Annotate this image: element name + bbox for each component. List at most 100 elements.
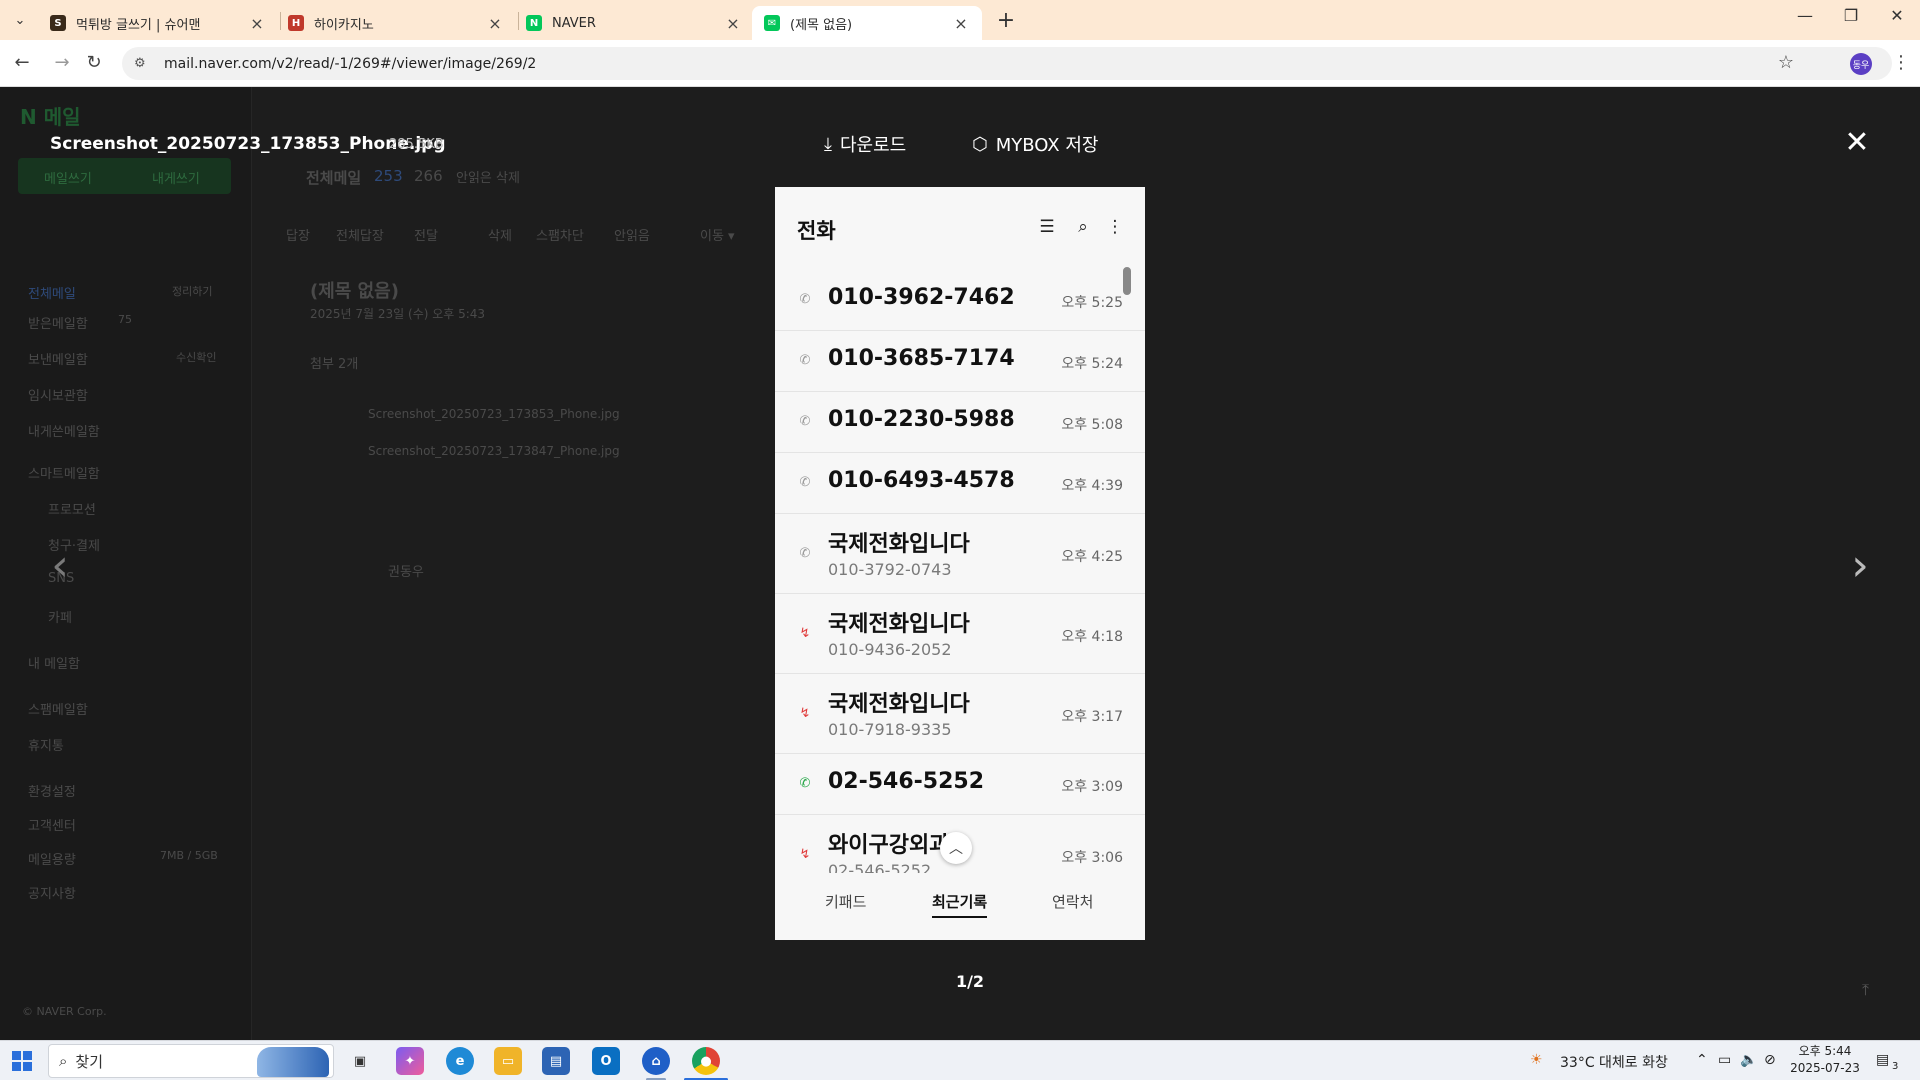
taskbar-search-input[interactable]: ⌕ 찾기 (48, 1044, 334, 1078)
notification-count: 3 (1892, 1061, 1899, 1072)
spam-block-button[interactable]: 스팸차단 (536, 225, 584, 244)
close-tab-icon[interactable]: × (724, 14, 742, 33)
call-time: 오후 4:18 (1061, 629, 1123, 645)
mybox-save-button[interactable]: ⬡ MYBOX 저장 (972, 131, 1098, 157)
sidebar-item-notice[interactable]: 공지사항 (28, 883, 76, 902)
tab-title: (제목 없음) (790, 17, 853, 33)
attachment-item[interactable]: Screenshot_20250723_173847_Phone.jpg (368, 444, 620, 458)
outgoing-call-icon: ✆ (799, 353, 811, 368)
reply-all-button[interactable]: 전체답장 (336, 225, 384, 244)
edge-icon[interactable]: e (446, 1047, 474, 1075)
notification-icon[interactable]: ▤ (1876, 1052, 1889, 1068)
tab-search-icon[interactable]: ⌄ (8, 8, 32, 32)
viewer-file-size: 285.5KB (389, 137, 444, 152)
mark-unread-button[interactable]: 안읽음 (614, 225, 650, 244)
sidebar-item-cafe[interactable]: 카페 (48, 607, 72, 626)
close-tab-icon[interactable]: × (486, 14, 504, 33)
forward-arrow-icon[interactable]: → (50, 52, 74, 73)
forward-button[interactable]: 전달 (414, 225, 438, 244)
outgoing-call-icon: ✆ (799, 475, 811, 490)
close-tab-icon[interactable]: × (952, 14, 970, 33)
delete-unread-link[interactable]: 안읽은 삭제 (456, 167, 520, 186)
call-time: 오후 3:09 (1061, 779, 1123, 795)
download-button[interactable]: ⤓ 다운로드 (824, 131, 906, 157)
window-close-button[interactable]: ✕ (1882, 6, 1912, 25)
network-icon[interactable]: ▭ (1718, 1052, 1731, 1068)
mail-total: 266 (414, 167, 443, 185)
sidebar-item-settings[interactable]: 환경설정 (28, 781, 76, 800)
weather-icon[interactable]: ☀ (1530, 1052, 1543, 1068)
tray-overflow-chevron-icon[interactable]: ⌃ (1696, 1052, 1708, 1068)
mail-sidebar: N 메일 메일쓰기 내게쓰기 전체메일 정리하기 받은메일함 75 보낸메일함 … (0, 87, 252, 1040)
url-text[interactable]: mail.naver.com/v2/read/-1/269#/viewer/im… (164, 56, 536, 72)
minimize-button[interactable]: — (1790, 6, 1820, 25)
chrome-icon[interactable]: ● (692, 1047, 720, 1075)
windows-start-icon[interactable] (12, 1051, 32, 1071)
phone-app-header: 전화 ☰ ⌕ ⋮ (775, 187, 1145, 267)
attachment-item[interactable]: Screenshot_20250723_173853_Phone.jpg (368, 407, 620, 421)
sidebar-item-my-mail[interactable]: 내 메일함 (28, 653, 80, 672)
mail-count: 253 (374, 167, 403, 185)
back-arrow-icon[interactable]: ← (10, 52, 34, 73)
footer-copyright: © NAVER Corp. (22, 1005, 107, 1018)
close-tab-icon[interactable]: × (248, 14, 266, 33)
tab-favicon: N (526, 15, 542, 31)
call-time: 오후 4:25 (1061, 549, 1123, 565)
call-row: ✆ 010-3685-7174 오후 5:24 (775, 331, 1145, 392)
tab-favicon: S (50, 15, 66, 31)
store-icon[interactable]: ▤ (542, 1047, 570, 1075)
next-image-arrow-icon[interactable]: › (1840, 540, 1880, 591)
storage-value: 7MB / 5GB (160, 849, 218, 862)
sidebar-item-drafts[interactable]: 임시보관함 (28, 385, 88, 404)
profile-avatar[interactable]: 동우 (1850, 53, 1872, 75)
sidebar-item-sent[interactable]: 보낸메일함 (28, 349, 88, 368)
missed-call-icon: ↯ (799, 847, 811, 862)
call-time: 오후 5:08 (1061, 417, 1123, 433)
status-icon[interactable]: ⊘ (1764, 1052, 1776, 1068)
sidebar-item-smart[interactable]: 스마트메일함 (28, 463, 100, 482)
browser-tab-2[interactable]: H 하이카지노 × (276, 6, 516, 40)
write-to-me-button[interactable]: 내게쓰기 (152, 168, 200, 187)
restore-button[interactable]: ❐ (1836, 6, 1866, 25)
browser-tab-3[interactable]: N NAVER × (514, 6, 754, 40)
call-row: ✆ 010-3962-7462 오후 5:25 (775, 270, 1145, 331)
scroll-up-chevron-icon: ︿ (940, 832, 972, 864)
sidebar-item-support[interactable]: 고객센터 (28, 815, 76, 834)
sidebar-item-spam[interactable]: 스팸메일함 (28, 699, 88, 718)
sender-name[interactable]: 권동우 (388, 561, 424, 580)
browser-tab-active[interactable]: ✉ (제목 없음) × (752, 6, 982, 40)
call-time: 오후 5:24 (1061, 356, 1123, 372)
compose-button[interactable]: 메일쓰기 (44, 168, 92, 187)
browser-menu-icon[interactable]: ⋮ (1892, 52, 1910, 73)
sidebar-item-promo[interactable]: 프로모션 (48, 499, 96, 518)
app-icon[interactable]: ⌂ (642, 1047, 670, 1075)
browser-tab-1[interactable]: S 먹튀방 글쓰기 | 슈어맨 × (38, 6, 278, 40)
new-tab-button[interactable]: + (994, 8, 1018, 33)
weather-text[interactable]: 33°C 대체로 화창 (1560, 1052, 1668, 1072)
outlook-icon[interactable]: O (592, 1047, 620, 1075)
system-clock[interactable]: 오후 5:44 2025-07-23 (1790, 1043, 1860, 1077)
scroll-top-icon[interactable]: ⤒ (1862, 980, 1869, 1000)
task-view-icon[interactable]: ▣ (346, 1047, 374, 1075)
bookmark-star-icon[interactable]: ☆ (1778, 52, 1794, 73)
sidebar-item-inbox[interactable]: 받은메일함 (28, 313, 88, 332)
search-icon: ⌕ (59, 1052, 68, 1070)
viewer-close-icon[interactable]: ✕ (1842, 128, 1872, 158)
clock-time: 오후 5:44 (1798, 1044, 1852, 1058)
sidebar-item-all[interactable]: 전체메일 (28, 283, 76, 302)
sidebar-item-trash[interactable]: 휴지통 (28, 735, 64, 754)
mybox-label: MYBOX 저장 (995, 135, 1099, 156)
site-info-icon[interactable]: ⚙ (134, 56, 154, 71)
copilot-icon[interactable]: ✦ (396, 1047, 424, 1075)
previous-image-arrow-icon[interactable]: ‹ (40, 540, 80, 591)
volume-icon[interactable]: 🔈 (1740, 1052, 1757, 1068)
file-explorer-icon[interactable]: ▭ (494, 1047, 522, 1075)
reload-icon[interactable]: ↻ (82, 52, 106, 73)
sidebar-item-to-me[interactable]: 내게쓴메일함 (28, 421, 100, 440)
page-indicator: 1/2 (955, 972, 985, 991)
address-bar[interactable]: ⚙ mail.naver.com/v2/read/-1/269#/viewer/… (122, 47, 1892, 80)
attachment-header[interactable]: 첨부 2개 (310, 353, 358, 372)
move-button[interactable]: 이동 ▾ (700, 225, 735, 244)
reply-button[interactable]: 답장 (286, 225, 310, 244)
delete-button[interactable]: 삭제 (488, 225, 512, 244)
